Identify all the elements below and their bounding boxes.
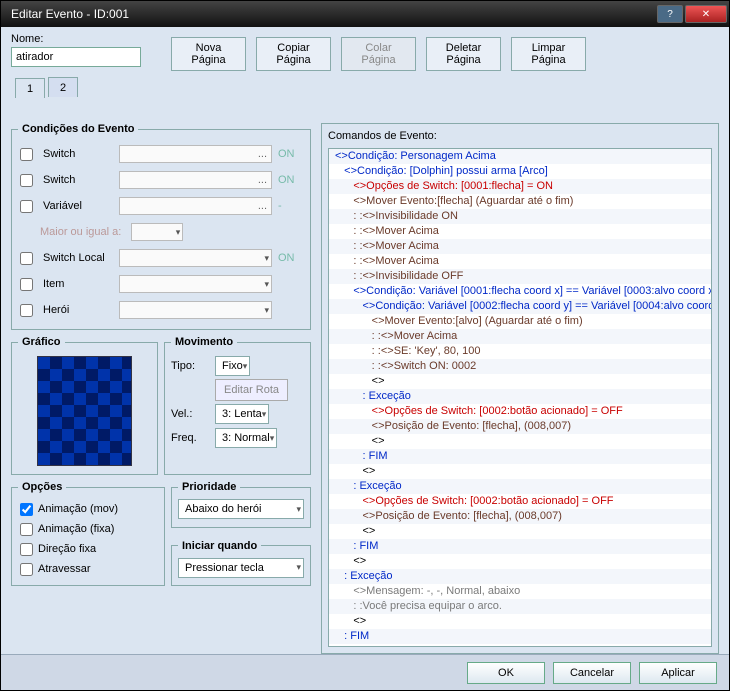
command-line[interactable]: : FIM <box>329 539 711 554</box>
move-freq-select[interactable]: 3: Normal▾ <box>215 428 277 448</box>
options-legend: Opções <box>18 481 66 493</box>
command-line[interactable]: <> <box>329 374 711 389</box>
paste-page-button: ColarPágina <box>341 37 416 71</box>
delete-page-button[interactable]: DeletarPágina <box>426 37 501 71</box>
command-line[interactable]: : :<>Invisibilidade OFF <box>329 269 711 284</box>
trigger-legend: Iniciar quando <box>178 540 261 552</box>
command-line[interactable]: <> <box>329 554 711 569</box>
new-page-button[interactable]: NovaPágina <box>171 37 246 71</box>
move-speed-select[interactable]: 3: Lenta▾ <box>215 404 269 424</box>
command-line[interactable]: <> <box>329 464 711 479</box>
opt-dir-fix[interactable] <box>20 543 33 556</box>
command-line[interactable]: : Exceção <box>329 479 711 494</box>
command-line[interactable]: : :<>Mover Acima <box>329 254 711 269</box>
cancel-button[interactable]: Cancelar <box>553 662 631 684</box>
command-line[interactable]: <>Condição: Personagem Acima <box>329 149 711 164</box>
command-line[interactable]: <>Posição de Evento: [flecha], (008,007) <box>329 509 711 524</box>
command-line[interactable]: <>Mover Evento:[flecha] (Aguardar até o … <box>329 194 711 209</box>
graphic-group: Gráfico <box>11 336 158 475</box>
priority-group: Prioridade Abaixo do herói▾ <box>171 481 311 528</box>
apply-button[interactable]: Aplicar <box>639 662 717 684</box>
tab-2[interactable]: 2 <box>48 77 78 97</box>
conditions-legend: Condições do Evento <box>18 123 138 135</box>
command-line[interactable]: : Exceção <box>329 569 711 584</box>
help-button[interactable]: ? <box>657 5 683 23</box>
command-line[interactable]: : :<>Invisibilidade ON <box>329 209 711 224</box>
cond-actor-field[interactable]: ▾ <box>119 301 272 319</box>
command-line[interactable]: : :<>Mover Acima <box>329 239 711 254</box>
cond-switch2-check[interactable] <box>20 174 33 187</box>
ok-button[interactable]: OK <box>467 662 545 684</box>
graphic-preview[interactable] <box>37 356 132 466</box>
graphic-legend: Gráfico <box>18 336 65 348</box>
name-label: Nome: <box>11 33 141 45</box>
cond-switch1-field[interactable]: ... <box>119 145 272 163</box>
clear-page-button[interactable]: LimparPágina <box>511 37 586 71</box>
cond-item-field[interactable]: ▾ <box>119 275 272 293</box>
opt-through[interactable] <box>20 563 33 576</box>
opt-anim-move[interactable] <box>20 503 33 516</box>
commands-label: Comandos de Evento: <box>328 130 712 142</box>
command-line[interactable]: : FIM <box>329 449 711 464</box>
movement-legend: Movimento <box>171 336 237 348</box>
cond-selfswitch-field[interactable]: ▾ <box>119 249 272 267</box>
cond-variable-field[interactable]: ... <box>119 197 272 215</box>
command-line[interactable]: <>Condição: [Dolphin] possui arma [Arco] <box>329 164 711 179</box>
cond-switch1-check[interactable] <box>20 148 33 161</box>
cond-actor-check[interactable] <box>20 304 33 317</box>
tab-1[interactable]: 1 <box>15 78 45 98</box>
command-list[interactable]: <>Condição: Personagem Acima <>Condição:… <box>328 148 712 647</box>
command-line[interactable]: : :<>SE: 'Key', 80, 100 <box>329 344 711 359</box>
command-line[interactable]: : Exceção <box>329 389 711 404</box>
command-line[interactable]: <>Condição: Variável [0002:flecha coord … <box>329 299 711 314</box>
conditions-group: Condições do Evento Switch...ON Switch..… <box>11 123 311 330</box>
command-line[interactable]: <>Opções de Switch: [0002:botão acionado… <box>329 494 711 509</box>
command-line[interactable]: <>Opções de Switch: [0001:flecha] = ON <box>329 179 711 194</box>
options-group: Opções Animação (mov) Animação (fixa) Di… <box>11 481 165 586</box>
command-line[interactable]: <> <box>329 614 711 629</box>
cond-switch2-field[interactable]: ... <box>119 171 272 189</box>
command-line[interactable]: : FIM <box>329 629 711 644</box>
trigger-select[interactable]: Pressionar tecla▾ <box>178 558 304 578</box>
command-line[interactable]: <>Opções de Switch: [0002:botão acionado… <box>329 404 711 419</box>
cond-gte-spinner[interactable]: ▾ <box>131 223 183 241</box>
command-line[interactable]: <> <box>329 434 711 449</box>
move-type-select[interactable]: Fixo▾ <box>215 356 250 376</box>
name-input[interactable] <box>11 47 141 67</box>
priority-select[interactable]: Abaixo do herói▾ <box>178 499 304 519</box>
cond-selfswitch-check[interactable] <box>20 252 33 265</box>
copy-page-button[interactable]: CopiarPágina <box>256 37 331 71</box>
window-title: Editar Evento - ID:001 <box>11 7 657 21</box>
trigger-group: Iniciar quando Pressionar tecla▾ <box>171 540 311 587</box>
command-line[interactable]: <>Posição de Evento: [flecha], (008,007) <box>329 419 711 434</box>
close-button[interactable]: ✕ <box>685 5 727 23</box>
command-line[interactable]: : :Você precisa equipar o arco. <box>329 599 711 614</box>
priority-legend: Prioridade <box>178 481 240 493</box>
command-line[interactable]: : :<>Switch ON: 0002 <box>329 359 711 374</box>
command-line[interactable]: <>Mensagem: -, -, Normal, abaixo <box>329 584 711 599</box>
opt-anim-stop[interactable] <box>20 523 33 536</box>
titlebar: Editar Evento - ID:001 ? ✕ <box>1 1 729 27</box>
command-line[interactable]: <>Condição: Variável [0001:flecha coord … <box>329 284 711 299</box>
command-line[interactable]: : :<>Mover Acima <box>329 224 711 239</box>
command-line[interactable]: <> <box>329 524 711 539</box>
edit-route-button: Editar Rota <box>215 379 288 401</box>
command-line[interactable]: : :<>Mover Acima <box>329 329 711 344</box>
command-line[interactable]: <>Mover Evento:[alvo] (Aguardar até o fi… <box>329 314 711 329</box>
cond-item-check[interactable] <box>20 278 33 291</box>
cond-variable-check[interactable] <box>20 200 33 213</box>
movement-group: Movimento Tipo:Fixo▾ Editar Rota Vel.:3:… <box>164 336 311 475</box>
